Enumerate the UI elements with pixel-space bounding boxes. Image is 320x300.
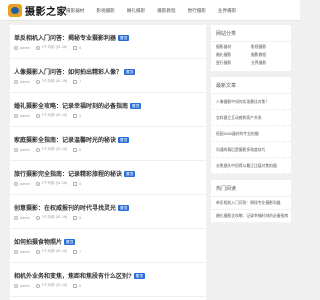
category-list: 摄影器材 影视摄影 婚礼摄影 摄影教程 尝行摄影 业界摄影 [211,42,291,71]
list-item[interactable]: 单反相机入门问答：揭秘专业摄影利器 置顶 admin 2个月前 (01-16) 8 [10,25,206,59]
category-link[interactable]: 业界摄影 [251,61,286,66]
clock-icon [35,181,40,186]
clock-icon [35,79,40,84]
list-item[interactable]: 相机外业务和变焦，焦距和焦段有什么区别? 置顶 admin 2个月前 (01-16… [10,263,206,297]
sticky-badge: 置顶 [118,205,130,212]
article-meta: admin 2个月前 (01-16) 6 [14,147,87,152]
clock-icon [35,147,40,152]
recent-title: 最新文章 [211,77,291,94]
article-title[interactable]: 单反相机入门问答：揭秘专业摄影利器 置顶 [14,33,130,42]
recent-link[interactable]: 低配6000器材的专业拍摄 [211,126,291,142]
main-nav: 摄影器材 影视摄影 婚礼摄影 摄影教程 尝行摄影 业界摄影 [60,0,242,21]
nav-item-travel[interactable]: 尝行摄影 [182,0,212,21]
hot-link[interactable]: 单反相机入门问答：揭秘专业摄影利器 [211,197,291,210]
hot-widget: 热门阅读 单反相机入门问答：揭秘专业摄影利器 婚礼摄影全攻略：记录幸福时刻的必备… [211,180,291,223]
article-title[interactable]: 如何拍摄食物照片 置顶 [14,237,76,246]
article-meta: admin 2个月前 (01-16) 6 [14,283,87,288]
recent-link[interactable]: 怎样建立互动感和家产关系 [211,110,291,126]
sticky-badge: 置顶 [133,273,145,280]
list-item[interactable]: 如何拍摄食物照片 置顶 admin 2个月前 (01-16) 7 [10,229,206,263]
clock-icon [35,249,40,254]
nav-item-wedding[interactable]: 婚礼摄影 [121,0,151,21]
user-icon [14,113,18,118]
article-meta: admin 2个月前 (01-16) 7 [14,249,87,254]
clock-icon [35,215,40,220]
clock-icon [35,113,40,118]
sticky-badge: 置顶 [118,35,130,42]
recent-widget: 最新文章 人像摄影中如何实现最佳对焦？ 怎样建立互动感和家产关系 低配6000器… [211,77,291,174]
nav-item-film[interactable]: 影视摄影 [90,0,120,21]
article-meta: admin 2个月前 (01-16) 9 [14,113,87,118]
article-meta: admin 2个月前 (01-16) 8 [14,45,87,50]
list-item[interactable]: 创意摄影：在权威报刊的时代寻找灵光 置顶 admin 2个月前 (01-16) 5 [10,195,206,229]
hot-title: 热门阅读 [211,180,291,197]
user-icon [14,215,18,220]
categories-title: 网站分类 [211,25,291,42]
list-item[interactable]: 人像摄影入门问答：如何拍出精彩人像？ 置顶 admin 2个月前 (01-16) … [10,59,206,93]
sticky-badge: 置顶 [118,137,130,144]
sticky-badge: 置顶 [124,69,136,76]
eye-icon [73,45,78,50]
eye-icon [73,113,78,118]
list-item[interactable]: 家庭摄影全指南：记录温馨时光的秘诀 置顶 admin 2个月前 (01-16) 6 [10,127,206,161]
article-title[interactable]: 人像摄影入门问答：如何拍出精彩人像？ 置顶 [14,67,136,76]
article-title[interactable]: 家庭摄影全指南：记录温馨时光的秘诀 置顶 [14,135,130,144]
user-icon [14,283,18,288]
article-meta: admin 2个月前 (01-16) 5 [14,215,87,220]
article-meta: admin 2个月前 (01-16) 8 [14,181,87,186]
categories-widget: 网站分类 摄影器材 影视摄影 婚礼摄影 摄影教程 尝行摄影 业界摄影 [211,25,291,71]
category-link[interactable]: 摄影教程 [251,53,286,58]
user-icon [14,45,18,50]
category-link[interactable]: 尝行摄影 [216,61,251,66]
article-list: 单反相机入门问答：揭秘专业摄影利器 置顶 admin 2个月前 (01-16) 8… [10,25,206,300]
sticky-badge: 置顶 [130,103,142,110]
nav-item-tutorial[interactable]: 摄影教程 [151,0,181,21]
article-title[interactable]: 旅行摄影完全指南：记录精彩旅程的秘诀 置顶 [14,169,136,178]
eye-icon [73,283,78,288]
sticky-badge: 置顶 [64,239,76,246]
list-item[interactable]: 旅行摄影完全指南：记录精彩旅程的秘诀 置顶 admin 2个月前 (01-16) … [10,161,206,195]
clock-icon [35,283,40,288]
eye-icon [73,79,78,84]
recent-link[interactable]: 人像摄影中如何实现最佳对焦？ [211,94,291,110]
nav-item-equipment[interactable]: 摄影器材 [60,0,90,21]
user-icon [14,249,18,254]
sticky-badge: 置顶 [124,171,136,178]
recent-link[interactable]: 沟通的幕后是摄影多角度技巧 [211,142,291,158]
user-icon [14,181,18,186]
eye-icon [73,147,78,152]
list-item[interactable]: 婚礼摄影全攻略：记录幸福时刻的必备指南 置顶 admin 2个月前 (01-16)… [10,93,206,127]
user-icon [14,79,18,84]
article-title[interactable]: 相机外业务和变焦，焦距和焦段有什么区别? 置顶 [14,271,145,280]
user-icon [14,147,18,152]
page: 摄影之家 摄影器材 影视摄影 婚礼摄影 摄影教程 尝行摄影 业界摄影 单反相机入… [0,0,300,300]
nav-item-industry[interactable]: 业界摄影 [212,0,242,21]
eye-icon [73,181,78,186]
article-title[interactable]: 创意摄影：在权威报刊的时代寻找灵光 置顶 [14,203,130,212]
camera-logo-icon [8,4,22,17]
site-logo[interactable]: 摄影之家 [8,4,67,18]
category-link[interactable]: 婚礼摄影 [216,53,251,58]
category-link[interactable]: 摄影器材 [216,45,251,50]
eye-icon [73,249,78,254]
clock-icon [35,45,40,50]
eye-icon [73,215,78,220]
sidebar: 网站分类 摄影器材 影视摄影 婚礼摄影 摄影教程 尝行摄影 业界摄影 最新文章 … [211,25,291,229]
recent-link[interactable]: 长焦镜头中用得以最正比值对焦拍摄 [211,158,291,174]
site-header: 摄影之家 摄影器材 影视摄影 婚礼摄影 摄影教程 尝行摄影 业界摄影 [0,0,300,21]
article-title[interactable]: 婚礼摄影全攻略：记录幸福时刻的必备指南 置顶 [14,101,142,110]
category-link[interactable]: 影视摄影 [251,45,286,50]
hot-link[interactable]: 婚礼摄影全攻略：记录幸福时刻的必备指南 [211,210,291,223]
article-meta: admin 2个月前 (01-16) 7 [14,79,87,84]
